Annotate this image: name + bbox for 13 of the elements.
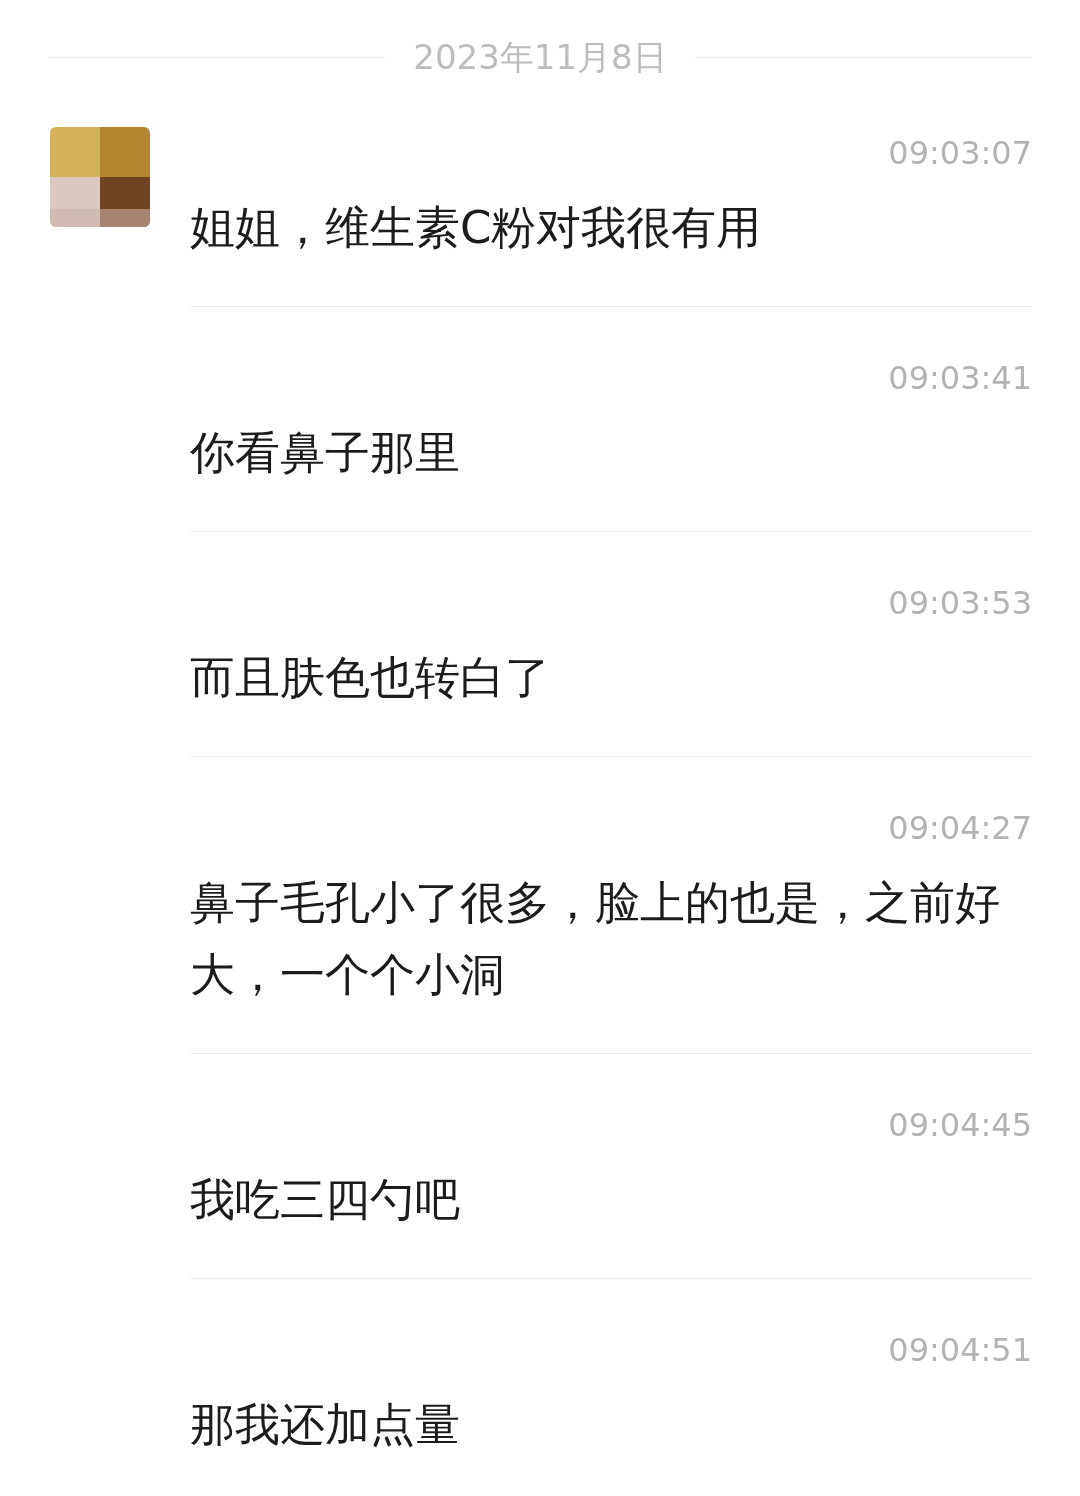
- message-text: 鼻子毛孔小了很多，脸上的也是，之前好大，一个个小洞: [190, 875, 1001, 1003]
- message-text: 我吃三四勺吧: [190, 1172, 461, 1228]
- message-time: 09:03:41: [888, 358, 1032, 398]
- message-text: 姐姐，维生素C粉对我很有用: [190, 200, 763, 256]
- message-time: 09:04:45: [888, 1105, 1032, 1145]
- message-text: 那我还加点量: [190, 1397, 461, 1453]
- message-time: 09:04:27: [888, 808, 1032, 848]
- date-label: 2023年11月8日: [413, 35, 667, 79]
- message-text: 你看鼻子那里: [190, 425, 461, 481]
- message-time: 09:03:07: [888, 133, 1032, 173]
- message-time: 09:04:51: [888, 1330, 1032, 1370]
- message-text: 而且肤色也转白了: [190, 650, 551, 706]
- message-time: 09:03:53: [888, 583, 1032, 623]
